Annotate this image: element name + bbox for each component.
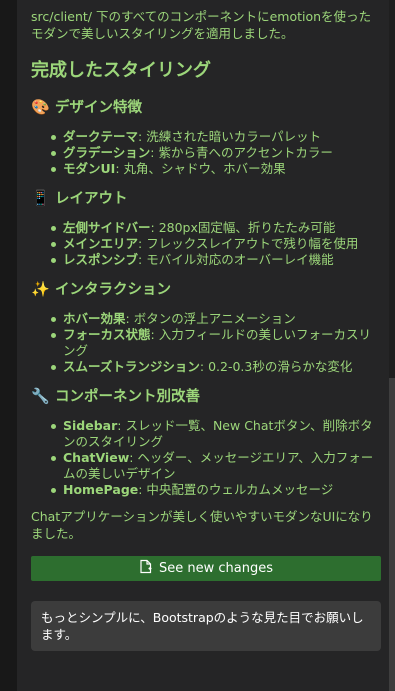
list-item: 左側サイドバー: 280px固定幅、折りたたみ可能 [49, 220, 375, 236]
section-list: 左側サイドバー: 280px固定幅、折りたたみ可能 メインエリア: フレックスレイ… [49, 220, 375, 268]
user-message[interactable]: もっとシンプルに、Bootstrapのような見た目でお願いします。 [31, 601, 381, 651]
intro-text: src/client/ 下のすべてのコンポーネントにemotionを使ったモダン… [31, 9, 372, 41]
list-item: ダークテーマ: 洗練された暗いカラーパレット [49, 129, 375, 145]
list-item: Sidebar: スレッド一覧、New Chatボタン、削除ボタンのスタイリング [49, 418, 375, 450]
list-item-term: 左側サイドバー [63, 220, 151, 235]
section-title: レイアウト [55, 191, 128, 207]
list-item: レスポンシブ: モバイル対応のオーバーレイ機能 [49, 252, 375, 268]
list-item: HomePage: 中央配置のウェルカムメッセージ [49, 482, 375, 498]
section-title: デザイン特徴 [55, 100, 142, 116]
wrench-icon: 🔧 [31, 386, 50, 405]
list-item: フォーカス状態: 入力フィールドの美しいフォーカスリング [49, 327, 375, 359]
left-gutter [0, 0, 17, 691]
section-heading: 🎨 デザイン特徴 [31, 96, 375, 117]
file-diff-icon [139, 559, 153, 578]
palette-icon: 🎨 [31, 97, 50, 116]
list-item: グラデーション: 紫から青へのアクセントカラー [49, 145, 375, 161]
list-item-description: : フレックスレイアウトで残り幅を使用 [138, 236, 359, 251]
section-list: ホバー効果: ボタンの浮上アニメーション フォーカス状態: 入力フィールドの美しい… [49, 311, 375, 375]
list-item-term: グラデーション [63, 145, 151, 160]
list-item-term: ダークテーマ [63, 129, 139, 144]
list-item-term: レスポンシブ [63, 252, 139, 267]
list-item-term: スムーズトランジション [63, 359, 200, 374]
sparkles-icon: ✨ [31, 279, 50, 298]
section-title: コンポーネント別改善 [55, 389, 200, 405]
list-item: スムーズトランジション: 0.2-0.3秒の滑らかな変化 [49, 359, 375, 375]
list-item: モダンUI: 丸角、シャドウ、ホバー効果 [49, 161, 375, 177]
list-item-term: Sidebar [63, 418, 118, 433]
list-item-description: : 280px固定幅、折りたたみ可能 [150, 220, 336, 235]
section-title: インタラクション [55, 282, 171, 298]
list-item-description: : 洗練された暗いカラーパレット [138, 129, 322, 144]
list-item-description: : 丸角、シャドウ、ホバー効果 [115, 161, 286, 176]
list-item-term: ホバー効果 [63, 311, 126, 326]
list-item: ホバー効果: ボタンの浮上アニメーション [49, 311, 375, 327]
list-item-description: : 0.2-0.3秒の滑らかな変化 [199, 359, 353, 374]
sections-container: 🎨 デザイン特徴 ダークテーマ: 洗練された暗いカラーパレット グラデーション: 紫か… [31, 96, 375, 498]
see-new-changes-label: See new changes [159, 561, 273, 576]
list-item-term: フォーカス状態 [63, 327, 151, 342]
outro-text: Chatアプリケーションが美しく使いやすいモダンなUIになりました。 [31, 509, 373, 541]
list-item-term: モダンUI [63, 161, 116, 176]
list-item-description: : 中央配置のウェルカムメッセージ [138, 482, 334, 497]
list-item-description: : ボタンの浮上アニメーション [125, 311, 296, 326]
see-new-changes-button[interactable]: See new changes [31, 556, 381, 581]
response-heading: 完成したスタイリング [31, 60, 211, 81]
scrollbar-track[interactable] [389, 0, 395, 691]
section-list: Sidebar: スレッド一覧、New Chatボタン、削除ボタンのスタイリング… [49, 418, 375, 498]
list-item-term: ChatView [63, 450, 130, 465]
scrollbar-thumb[interactable] [389, 378, 395, 691]
list-item: メインエリア: フレックスレイアウトで残り幅を使用 [49, 236, 375, 252]
list-item-description: : モバイル対応のオーバーレイ機能 [138, 252, 334, 267]
mobile-phone-icon: 📱 [31, 188, 50, 207]
section-heading: 🔧 コンポーネント別改善 [31, 385, 375, 406]
chat-response-panel: src/client/ 下のすべてのコンポーネントにemotionを使ったモダン… [17, 0, 389, 691]
list-item-term: HomePage [63, 482, 139, 497]
list-item-description: : 紫から青へのアクセントカラー [150, 145, 333, 160]
section-heading: 📱 レイアウト [31, 187, 375, 208]
list-item-term: メインエリア [63, 236, 139, 251]
list-item: ChatView: ヘッダー、メッセージエリア、入力フォームの美しいデザイン [49, 450, 375, 482]
section-list: ダークテーマ: 洗練された暗いカラーパレット グラデーション: 紫から青へのアクセ… [49, 129, 375, 177]
section-heading: ✨ インタラクション [31, 278, 375, 299]
